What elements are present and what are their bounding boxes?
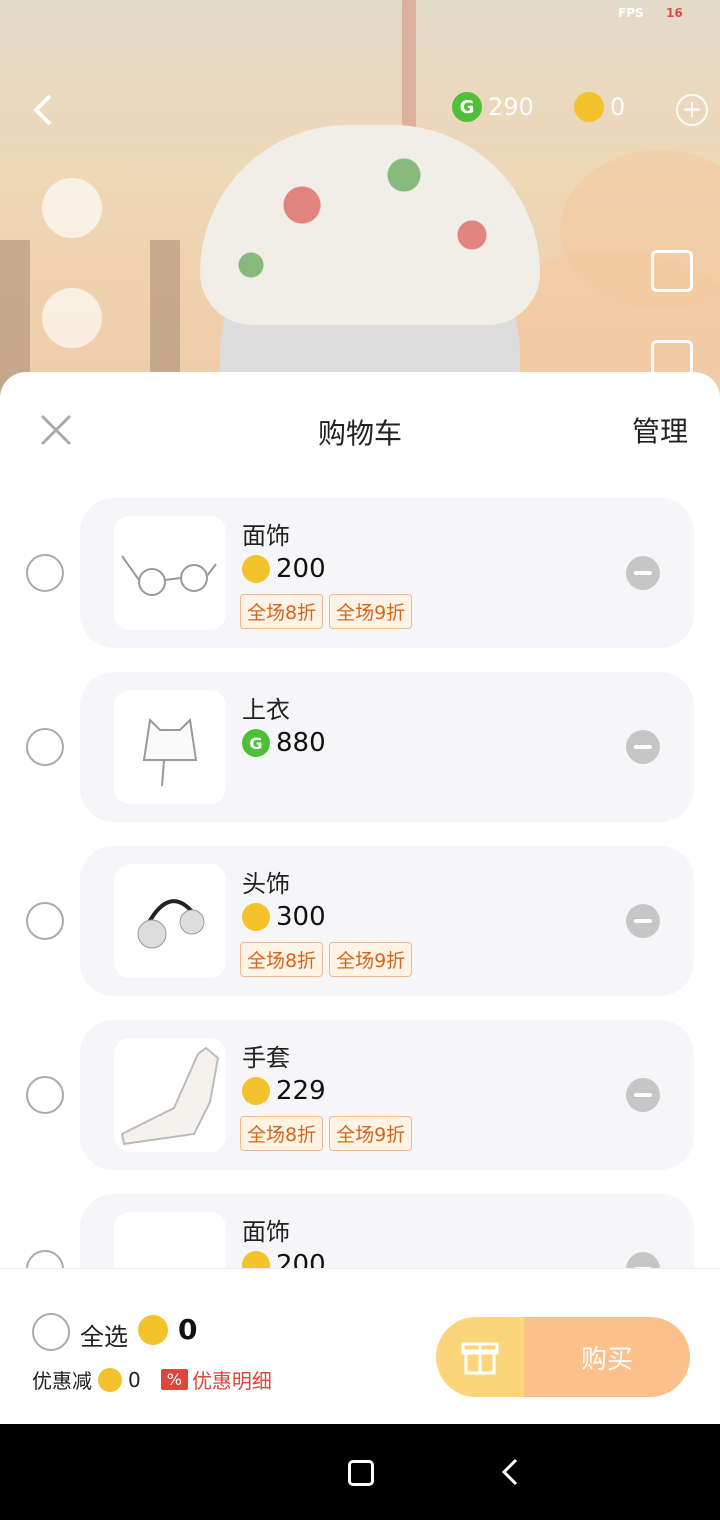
item-price: 200 — [242, 554, 326, 584]
cart-item: 手套 229 全场8折 全场9折 — [0, 1020, 720, 1170]
cart-item: 头饰 300 全场8折 全场9折 — [0, 846, 720, 996]
gift-box-icon — [42, 288, 102, 348]
edit-face-button[interactable] — [642, 250, 702, 292]
gold-coin-amount: 0 — [610, 93, 626, 121]
remove-item-icon[interactable] — [626, 1078, 660, 1112]
item-select-radio[interactable] — [26, 1076, 64, 1114]
item-card[interactable]: 面饰 200 全场8折 全场9折 — [80, 498, 694, 648]
item-select-radio[interactable] — [26, 902, 64, 940]
item-name: 面饰 — [242, 522, 290, 550]
remove-item-icon[interactable] — [626, 556, 660, 590]
item-name: 面饰 — [242, 1218, 290, 1246]
item-card[interactable]: 头饰 300 全场8折 全场9折 — [80, 846, 694, 996]
item-select-radio[interactable] — [26, 728, 64, 766]
item-price-value: 880 — [276, 728, 326, 758]
item-card[interactable]: 手套 229 全场8折 全场9折 — [80, 1020, 694, 1170]
remove-item-icon[interactable] — [626, 730, 660, 764]
discount-tag: 全场8折 — [240, 942, 324, 977]
gold-coin-icon — [242, 1077, 270, 1105]
item-price: 200 — [242, 1250, 326, 1268]
cart-item: 面饰 200 全场8折 全场9折 — [0, 498, 720, 648]
discount-label: 优惠减 — [32, 1369, 92, 1393]
item-select-radio[interactable] — [26, 1250, 64, 1268]
back-arrow-icon[interactable] — [26, 92, 62, 128]
cart-total: 0 — [138, 1313, 197, 1346]
green-coin-balance: G 290 — [452, 92, 534, 122]
discount-summary: 优惠减 0 % 优惠明细 — [32, 1365, 272, 1394]
fps-value: 16 — [666, 6, 683, 20]
select-all-radio[interactable] — [32, 1313, 70, 1351]
game-scene-background: FPS 16 G 290 0 + — [0, 0, 720, 400]
item-price-value: 200 — [276, 1250, 326, 1268]
edit-icon — [651, 250, 693, 292]
fps-label: FPS — [618, 6, 644, 20]
discount-percent-icon: % — [160, 1369, 188, 1390]
item-card[interactable]: 上衣 G 880 — [80, 672, 694, 822]
glasses-icon — [114, 516, 226, 630]
gold-coin-icon — [242, 555, 270, 583]
discount-detail-label: 优惠明细 — [191, 1369, 272, 1393]
discount-tag: 全场9折 — [329, 594, 413, 629]
gift-side-button[interactable] — [40, 288, 104, 348]
item-name: 上衣 — [242, 696, 290, 724]
discount-value: 0 — [128, 1367, 141, 1392]
item-name: 头饰 — [242, 870, 290, 898]
cart-total-value: 0 — [178, 1313, 198, 1346]
gold-coin-icon — [242, 903, 270, 931]
activity-button[interactable] — [40, 178, 104, 238]
select-all-label[interactable]: 全选 — [80, 1317, 128, 1352]
gold-coin-icon — [242, 1251, 270, 1268]
home-square-icon[interactable] — [348, 1460, 374, 1486]
item-price: G 880 — [242, 728, 326, 758]
star-icon — [42, 178, 102, 238]
discount-tags: 全场8折 全场9折 — [240, 942, 413, 977]
gold-coin-icon — [138, 1314, 168, 1345]
top-icon — [114, 690, 226, 804]
mask-icon — [114, 1212, 226, 1268]
gold-coin-icon — [574, 92, 604, 122]
item-select-radio[interactable] — [26, 554, 64, 592]
green-coin-icon: G — [242, 729, 270, 757]
manage-button[interactable]: 管理 — [632, 410, 688, 450]
cart-sheet: 购物车 管理 面饰 200 全场8折 全场9折 上衣 G 880 头饰 300 … — [0, 372, 720, 1424]
item-price: 229 — [242, 1076, 326, 1106]
gold-coin-balance: 0 — [574, 92, 625, 122]
discount-tag: 全场8折 — [240, 1116, 324, 1151]
cart-footer: 全选 0 优惠减 0 % 优惠明细 购买 — [0, 1268, 720, 1424]
remove-item-icon[interactable] — [626, 904, 660, 938]
green-coin-icon: G — [452, 92, 482, 122]
cart-item: 面饰 200 — [0, 1194, 720, 1268]
discount-detail-link[interactable]: % 优惠明细 — [160, 1365, 272, 1394]
gift-icon — [461, 1342, 499, 1375]
item-price-value: 200 — [276, 554, 326, 584]
green-coin-amount: 290 — [488, 93, 534, 121]
discount-tags: 全场8折 全场9折 — [240, 594, 413, 629]
gold-coin-icon — [98, 1367, 122, 1392]
cart-item-list[interactable]: 面饰 200 全场8折 全场9折 上衣 G 880 头饰 300 全场8折 全场… — [0, 482, 720, 1268]
earmuffs-icon — [114, 864, 226, 978]
item-card[interactable]: 面饰 200 — [80, 1194, 694, 1268]
cart-header: 购物车 管理 — [0, 372, 720, 482]
buy-button[interactable]: 购买 — [524, 1317, 690, 1397]
discount-tags: 全场8折 全场9折 — [240, 1116, 413, 1151]
cart-item: 上衣 G 880 — [0, 672, 720, 822]
gift-button[interactable] — [436, 1317, 524, 1397]
glove-icon — [114, 1038, 226, 1152]
system-nav-bar — [0, 1424, 720, 1520]
nav-back-icon[interactable] — [498, 1458, 526, 1486]
discount-tag: 全场8折 — [240, 594, 324, 629]
cart-title: 购物车 — [317, 417, 402, 450]
item-price-value: 229 — [276, 1076, 326, 1106]
item-price-value: 300 — [276, 902, 326, 932]
item-name: 手套 — [242, 1044, 290, 1072]
remove-item-icon[interactable] — [626, 1252, 660, 1268]
add-currency-icon[interactable]: + — [676, 94, 708, 126]
discount-tag: 全场9折 — [329, 942, 413, 977]
item-price: 300 — [242, 902, 326, 932]
discount-tag: 全场9折 — [329, 1116, 413, 1151]
